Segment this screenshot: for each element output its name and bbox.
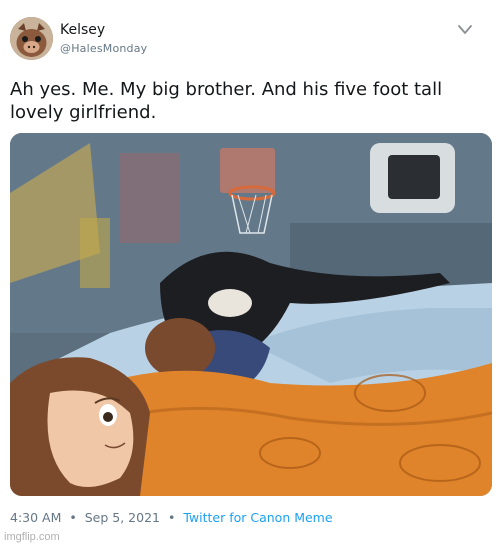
user-info: Kelsey @HalesMonday bbox=[60, 22, 147, 56]
avatar[interactable] bbox=[10, 17, 53, 60]
tweet-source-link[interactable]: Twitter for Canon Meme bbox=[183, 510, 332, 525]
bed-illustration bbox=[10, 133, 492, 496]
tweet-time[interactable]: 4:30 AM bbox=[10, 510, 61, 525]
tweet-media-image[interactable] bbox=[10, 133, 492, 496]
user-handle[interactable]: @HalesMonday bbox=[60, 41, 147, 56]
tweet-text: Ah yes. Me. My big brother. And his five… bbox=[10, 79, 443, 123]
tweet-card: Kelsey @HalesMonday Ah yes. Me. My big b… bbox=[0, 0, 500, 547]
meta-separator: • bbox=[69, 510, 77, 525]
meta-separator: • bbox=[167, 510, 176, 525]
avatar-image bbox=[10, 17, 53, 60]
chevron-down-icon[interactable] bbox=[457, 24, 473, 36]
tweet-meta: 4:30 AM • Sep 5, 2021 • Twitter for Cano… bbox=[10, 510, 333, 525]
tweet-date[interactable]: Sep 5, 2021 bbox=[85, 510, 160, 525]
display-name[interactable]: Kelsey bbox=[60, 22, 147, 39]
imgflip-watermark: imgflip.com bbox=[4, 531, 60, 543]
